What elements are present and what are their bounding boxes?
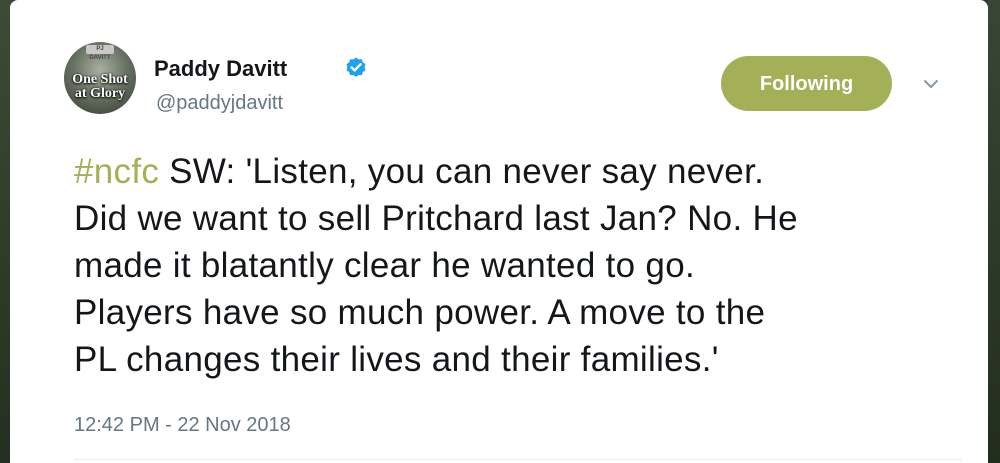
following-button[interactable]: Following: [721, 56, 892, 111]
avatar-banner-text: PJ DAVITT: [86, 45, 114, 61]
tweet-line-2: Did we want to sell Pritchard last Jan? …: [74, 199, 798, 238]
author-handle[interactable]: @paddyjdavitt: [156, 92, 283, 115]
tweet-line-5: PL changes their lives and their familie…: [74, 340, 719, 379]
tweet-line-1-text: SW: 'Listen, you can never say never.: [159, 152, 765, 191]
avatar[interactable]: PJ DAVITT One Shot at Glory: [64, 42, 136, 114]
verified-badge-icon: [346, 57, 366, 77]
tweet-card: PJ DAVITT One Shot at Glory Paddy Davitt…: [10, 0, 988, 463]
tweet-line-4: Players have so much power. A move to th…: [74, 293, 766, 332]
avatar-text-line2: at Glory: [74, 86, 126, 101]
tweet-line-3: made it blatantly clear he wanted to go.: [74, 246, 695, 285]
tweet-timestamp[interactable]: 12:42 PM - 22 Nov 2018: [74, 414, 291, 437]
divider: [74, 459, 962, 460]
tweet-line-1: #ncfc SW: 'Listen, you can never say nev…: [74, 148, 974, 195]
hashtag-link[interactable]: #ncfc: [74, 152, 159, 191]
chevron-down-icon[interactable]: [923, 78, 939, 90]
tweet-text: #ncfc SW: 'Listen, you can never say nev…: [74, 148, 974, 383]
author-name[interactable]: Paddy Davitt: [154, 56, 287, 82]
background-edge-right: [988, 0, 1000, 463]
